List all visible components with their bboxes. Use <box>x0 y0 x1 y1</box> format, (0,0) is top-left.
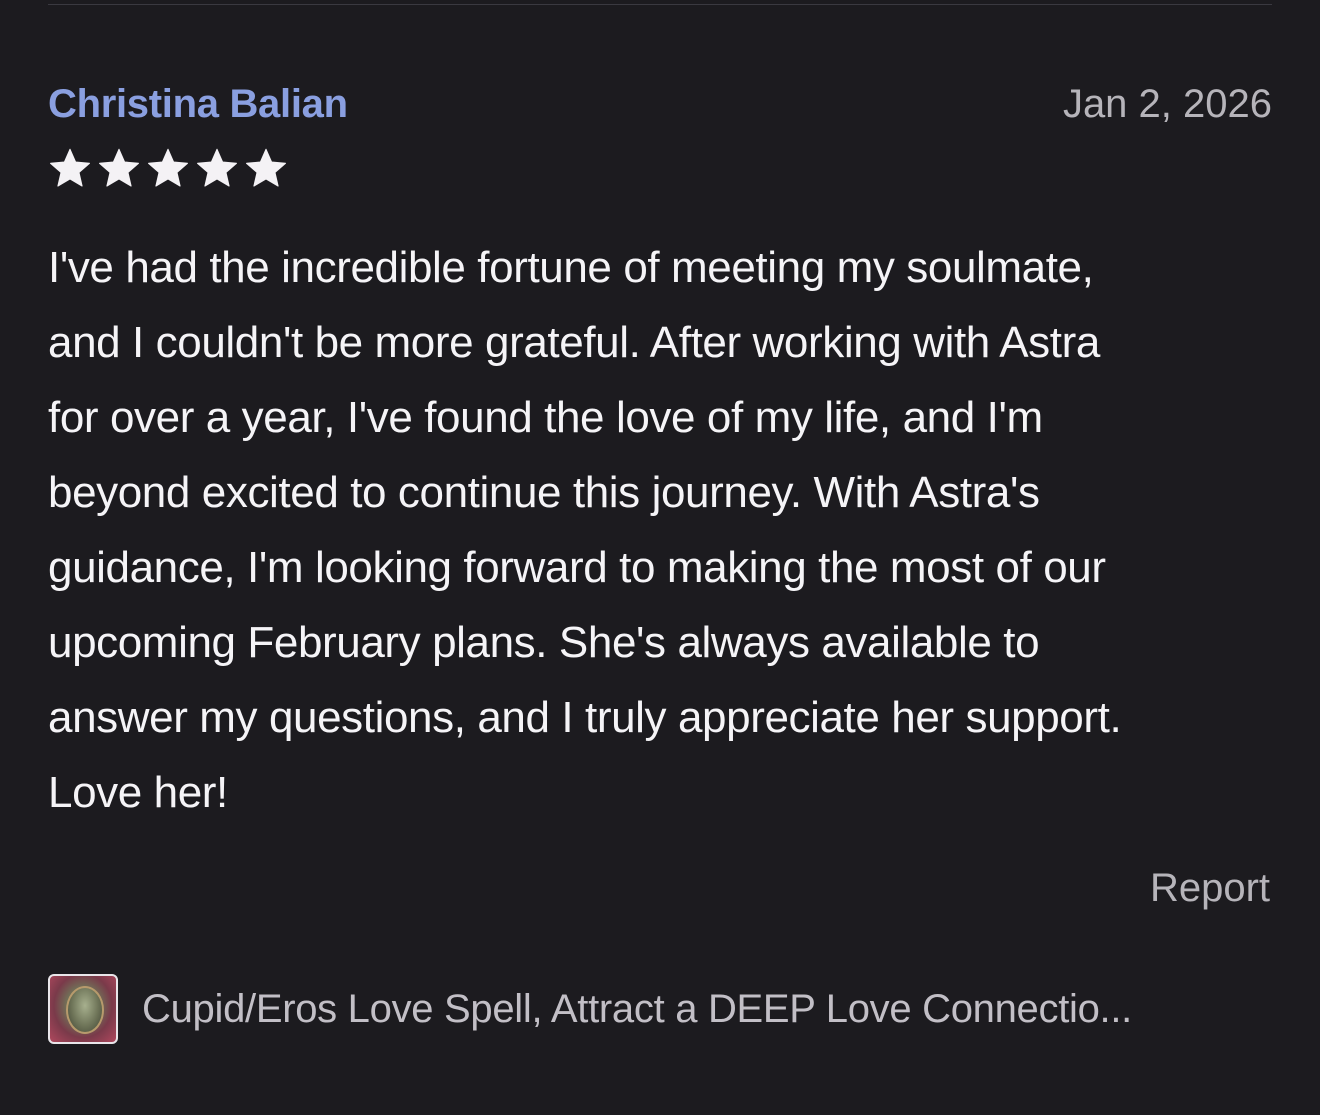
star-icon <box>148 148 188 187</box>
product-thumbnail[interactable] <box>48 974 118 1044</box>
top-divider <box>48 4 1272 5</box>
review-text: I've had the incredible fortune of meeti… <box>48 243 1122 817</box>
review-date: Jan 2, 2026 <box>1062 82 1272 126</box>
review-header: Christina Balian Jan 2, 2026 <box>48 82 1272 127</box>
product-title[interactable]: Cupid/Eros Love Spell, Attract a DEEP Lo… <box>142 987 1132 1032</box>
report-button[interactable]: Report <box>1150 866 1270 911</box>
ring-icon <box>66 986 104 1034</box>
star-rating <box>48 146 288 190</box>
star-icon <box>197 148 237 187</box>
star-icon <box>99 148 139 187</box>
star-icon <box>50 148 90 187</box>
star-icon <box>246 148 286 187</box>
product-link[interactable]: Cupid/Eros Love Spell, Attract a DEEP Lo… <box>48 974 1132 1044</box>
reviewer-name[interactable]: Christina Balian <box>48 82 348 127</box>
